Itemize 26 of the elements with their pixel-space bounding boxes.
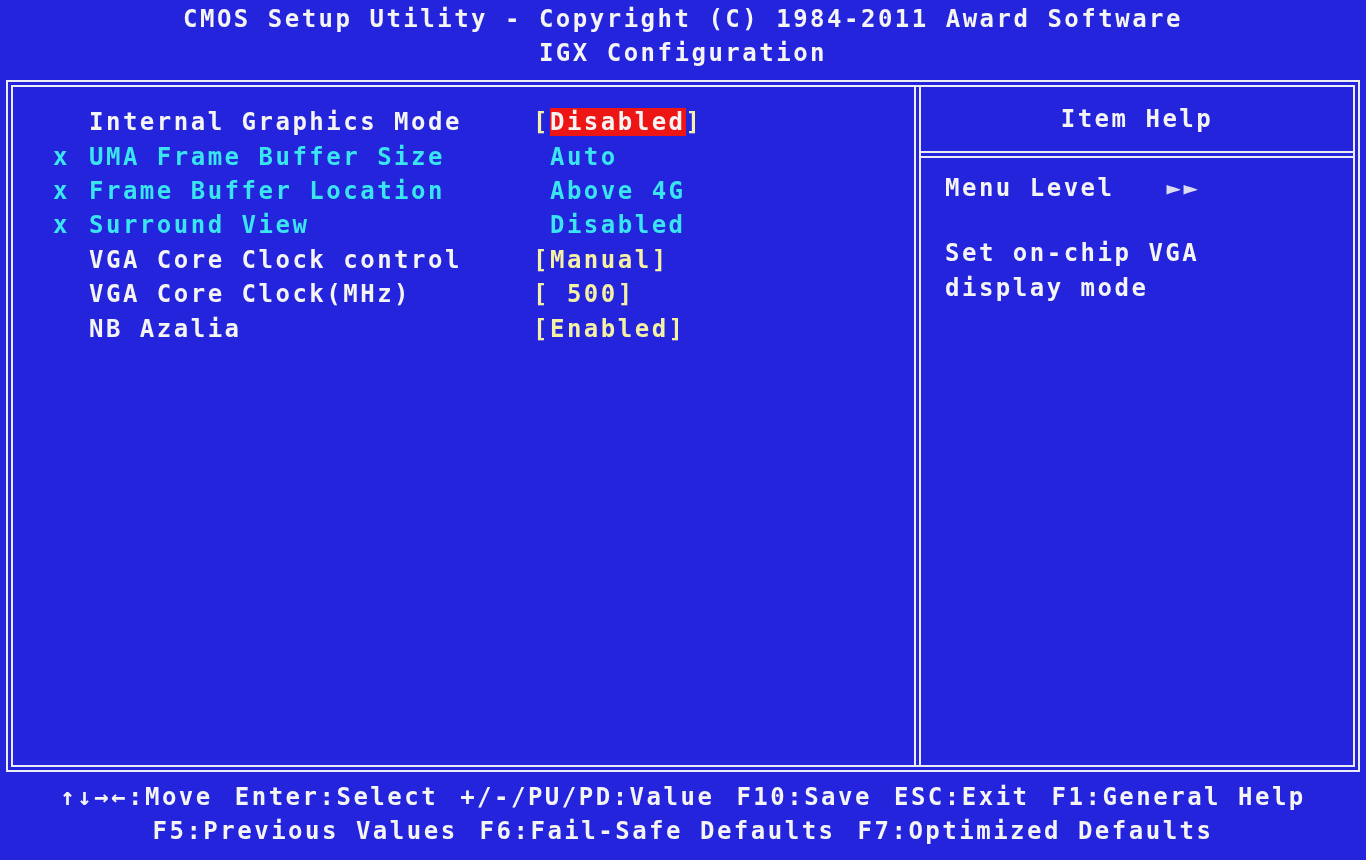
unavailable-mark: x <box>53 211 70 240</box>
setting-label[interactable]: VGA Core Clock(MHz) <box>89 280 533 309</box>
menu-level-arrows: ►► <box>1166 174 1201 202</box>
setting-value[interactable]: [ 500] <box>533 280 914 309</box>
key-hint: ESC:Exit <box>893 782 1030 813</box>
key-hint: F6:Fail-Safe Defaults <box>479 816 836 847</box>
setting-value[interactable]: [Disabled] <box>533 108 914 137</box>
page-title: IGX Configuration <box>538 38 828 69</box>
unavailable-mark: x <box>53 142 70 171</box>
key-hint: Enter:Select <box>234 782 439 813</box>
help-text: Set on-chip VGA display mode <box>945 238 1201 304</box>
setting-label[interactable]: VGA Core Clock control <box>89 245 533 274</box>
key-hint: F1:General Help <box>1051 782 1306 813</box>
key-hint: +/-/PU/PD:Value <box>460 782 715 813</box>
setting-label[interactable]: Internal Graphics Mode <box>89 108 533 137</box>
help-header: Item Help <box>921 87 1353 158</box>
key-hint: F7:Optimized Defaults <box>857 816 1214 847</box>
setting-value[interactable]: [Enabled] <box>533 314 914 343</box>
key-hint: F10:Save <box>736 782 872 813</box>
menu-level-label: Menu Level <box>945 174 1115 202</box>
setting-label[interactable]: NB Azalia <box>89 314 533 343</box>
key-hint: F5:Previous Values <box>152 816 458 847</box>
screen-title: CMOS Setup Utility - Copyright (C) 1984-2011 Award Software <box>183 4 1183 35</box>
unavailable-mark: x <box>53 176 70 205</box>
key-hint: ↑↓→←:Move <box>60 782 213 813</box>
setting-value[interactable]: [Manual] <box>533 245 914 274</box>
